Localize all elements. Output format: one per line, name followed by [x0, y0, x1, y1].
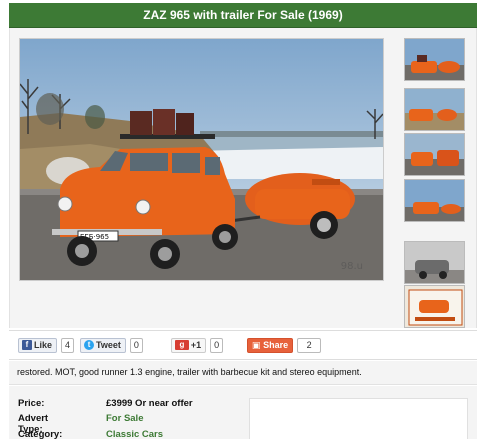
- google-plus-count: 0: [210, 337, 224, 353]
- tweet-button[interactable]: t Tweet: [80, 337, 126, 353]
- price-label: Price:: [18, 398, 45, 409]
- facebook-like-label: Like: [34, 340, 53, 350]
- google-plus-label: +1: [190, 340, 202, 350]
- thumbnail-4[interactable]: [404, 179, 465, 222]
- price-value: £3999 Or near offer: [106, 398, 193, 409]
- category-label: Category:: [18, 429, 63, 439]
- thumbnail-1[interactable]: [404, 38, 465, 81]
- main-photo-image: ЕГБ·965: [20, 39, 383, 280]
- google-plus-icon: g: [174, 340, 189, 350]
- twitter-icon: t: [84, 340, 95, 350]
- thumbnail-3[interactable]: [404, 133, 465, 176]
- share-label: Share: [263, 340, 289, 350]
- category-value[interactable]: Classic Cars: [106, 429, 163, 439]
- gallery-panel: ЕГБ·965 98.u: [9, 28, 477, 328]
- tweet-label: Tweet: [96, 340, 121, 350]
- share-icon: ▣: [251, 340, 261, 350]
- main-photo[interactable]: ЕГБ·965 98.u: [19, 38, 384, 281]
- thumbnail-6-image: [405, 286, 464, 327]
- listing-description: restored. MOT, good runner 1.3 engine, t…: [9, 361, 477, 385]
- photo-watermark: 98.u: [340, 261, 363, 272]
- advert-type-value[interactable]: For Sale: [106, 413, 144, 424]
- listing-page: ZAZ 965 with trailer For Sale (1969) ЕГБ…: [0, 0, 485, 439]
- thumbnail-5[interactable]: [404, 241, 465, 284]
- facebook-icon: f: [22, 340, 32, 350]
- seller-box: [249, 398, 468, 439]
- thumbnail-3-image: [405, 134, 464, 175]
- thumbnail-2[interactable]: [404, 88, 465, 131]
- share-count: 2: [297, 337, 322, 353]
- facebook-like-button[interactable]: f Like: [18, 337, 58, 353]
- thumbnail-1-image: [405, 39, 464, 80]
- thumbnail-6[interactable]: [404, 285, 465, 328]
- thumbnail-2-image: [405, 89, 464, 130]
- listing-title: ZAZ 965 with trailer For Sale (1969): [9, 3, 477, 28]
- google-plus-button[interactable]: g +1: [170, 337, 207, 353]
- listing-details: Price: £3999 Or near offer Advert Type: …: [9, 386, 477, 439]
- facebook-like-count: 4: [61, 337, 75, 353]
- share-button[interactable]: ▣ Share: [247, 337, 294, 353]
- tweet-count: 0: [129, 337, 143, 353]
- thumbnail-4-image: [405, 180, 464, 221]
- social-share-bar: f Like 4 t Tweet 0 g +1 0 ▣ Share 2: [9, 330, 477, 360]
- thumbnail-5-image: [405, 242, 464, 283]
